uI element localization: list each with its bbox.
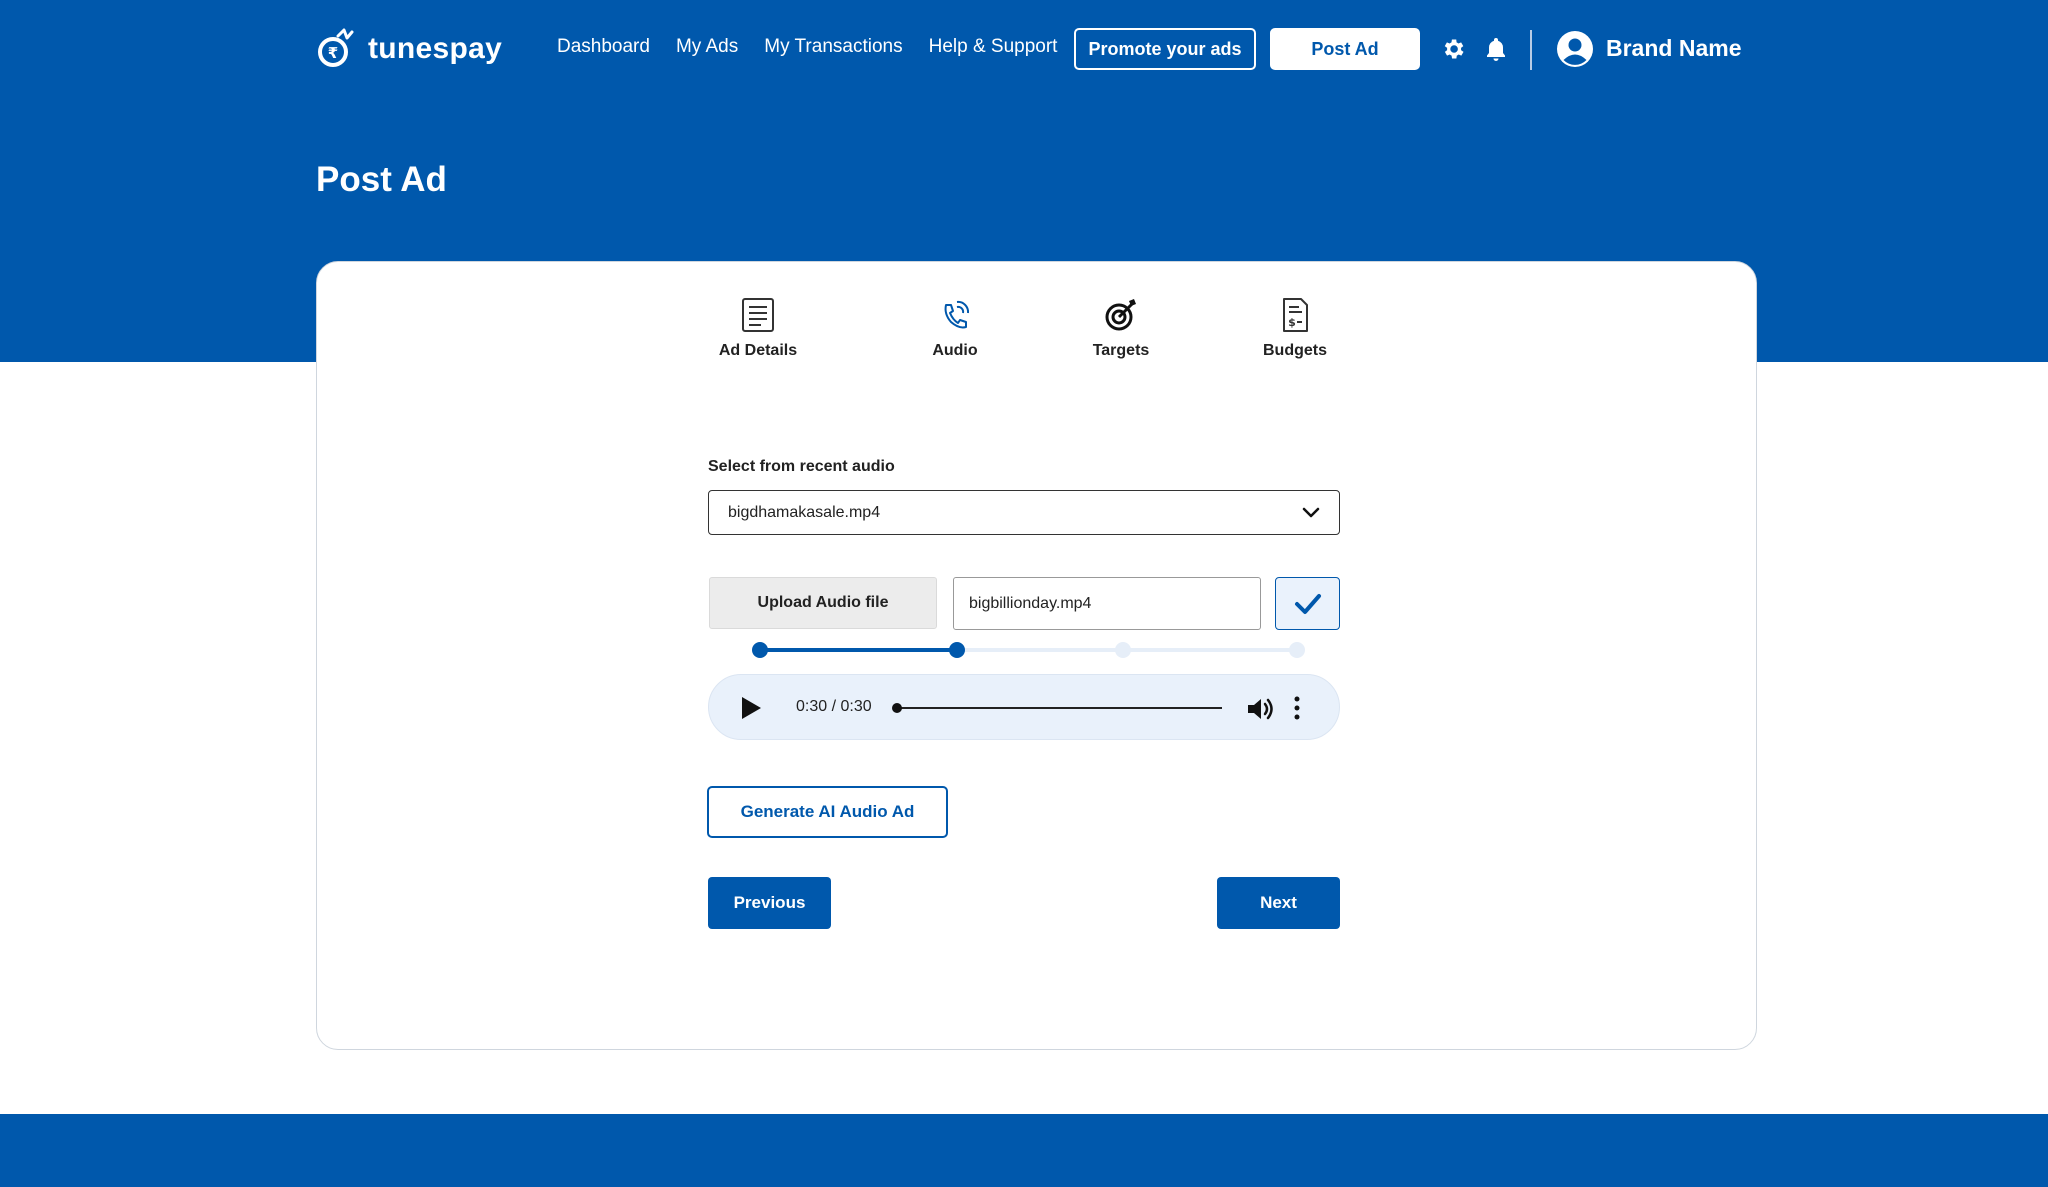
svg-text:$: $	[1288, 316, 1296, 329]
main-nav: Dashboard My Ads My Transactions Help & …	[557, 36, 1083, 58]
audio-file-name-field[interactable]: bigbillionday.mp4	[953, 577, 1261, 630]
step-label: Budgets	[1263, 342, 1327, 359]
brand-logo-text: tunespay	[368, 32, 503, 65]
nav-my-ads[interactable]: My Ads	[676, 36, 738, 58]
user-name[interactable]: Brand Name	[1606, 35, 1741, 62]
post-ad-button[interactable]: Post Ad	[1270, 28, 1420, 70]
confirm-audio-button[interactable]	[1275, 577, 1340, 630]
generate-ai-audio-button[interactable]: Generate AI Audio Ad	[707, 786, 948, 838]
step-dot-ad-details	[752, 642, 768, 658]
recent-audio-label: Select from recent audio	[708, 458, 895, 475]
nav-dashboard[interactable]: Dashboard	[557, 36, 650, 58]
target-icon	[1105, 299, 1136, 331]
logo[interactable]: ₹ tunespay	[316, 28, 502, 70]
upload-audio-button[interactable]: Upload Audio file	[709, 577, 937, 629]
recent-audio-select[interactable]: bigdhamakasale.mp4	[708, 490, 1340, 535]
play-icon[interactable]	[739, 695, 763, 721]
bell-icon[interactable]	[1484, 36, 1508, 62]
promote-ads-button[interactable]: Promote your ads	[1074, 28, 1256, 70]
header-divider	[1530, 30, 1532, 70]
post-ad-card: Ad Details Audio Targets $ Budgets	[316, 261, 1757, 1050]
previous-button[interactable]: Previous	[708, 877, 831, 929]
step-label: Ad Details	[718, 342, 798, 359]
user-avatar-icon[interactable]	[1556, 30, 1594, 68]
settings-icon[interactable]	[1440, 36, 1466, 62]
check-icon	[1294, 593, 1321, 614]
step-dot-budgets	[1289, 642, 1305, 658]
document-icon	[742, 298, 774, 332]
seek-bar[interactable]	[896, 707, 1222, 709]
audio-player: 0:30 / 0:30	[708, 674, 1340, 740]
svg-text:₹: ₹	[328, 44, 338, 62]
nav-my-transactions[interactable]: My Transactions	[764, 36, 902, 58]
top-navbar: ₹ tunespay Dashboard My Ads My Transacti…	[0, 0, 2048, 100]
recent-audio-value: bigdhamakasale.mp4	[728, 503, 881, 521]
nav-help-support[interactable]: Help & Support	[929, 36, 1058, 58]
audio-time: 0:30 / 0:30	[796, 698, 872, 715]
invoice-icon: $	[1283, 298, 1308, 332]
more-options-icon[interactable]	[1293, 695, 1301, 721]
step-budgets[interactable]: $ Budgets	[1215, 296, 1375, 360]
step-targets[interactable]: Targets	[1041, 296, 1201, 360]
chevron-down-icon	[1302, 507, 1320, 518]
step-dot-audio	[949, 642, 965, 658]
step-label: Audio	[932, 342, 978, 359]
volume-icon[interactable]	[1246, 696, 1276, 722]
step-audio[interactable]: Audio	[875, 296, 1035, 360]
logo-icon: ₹	[318, 28, 354, 67]
step-ad-details[interactable]: Ad Details	[678, 296, 838, 360]
seek-handle[interactable]	[892, 703, 902, 713]
step-label: Targets	[1092, 342, 1150, 359]
page-title: Post Ad	[316, 160, 447, 199]
phone-call-icon	[944, 300, 970, 329]
next-button[interactable]: Next	[1217, 877, 1340, 929]
step-dot-targets	[1115, 642, 1131, 658]
stepper-progress-track	[760, 648, 957, 652]
